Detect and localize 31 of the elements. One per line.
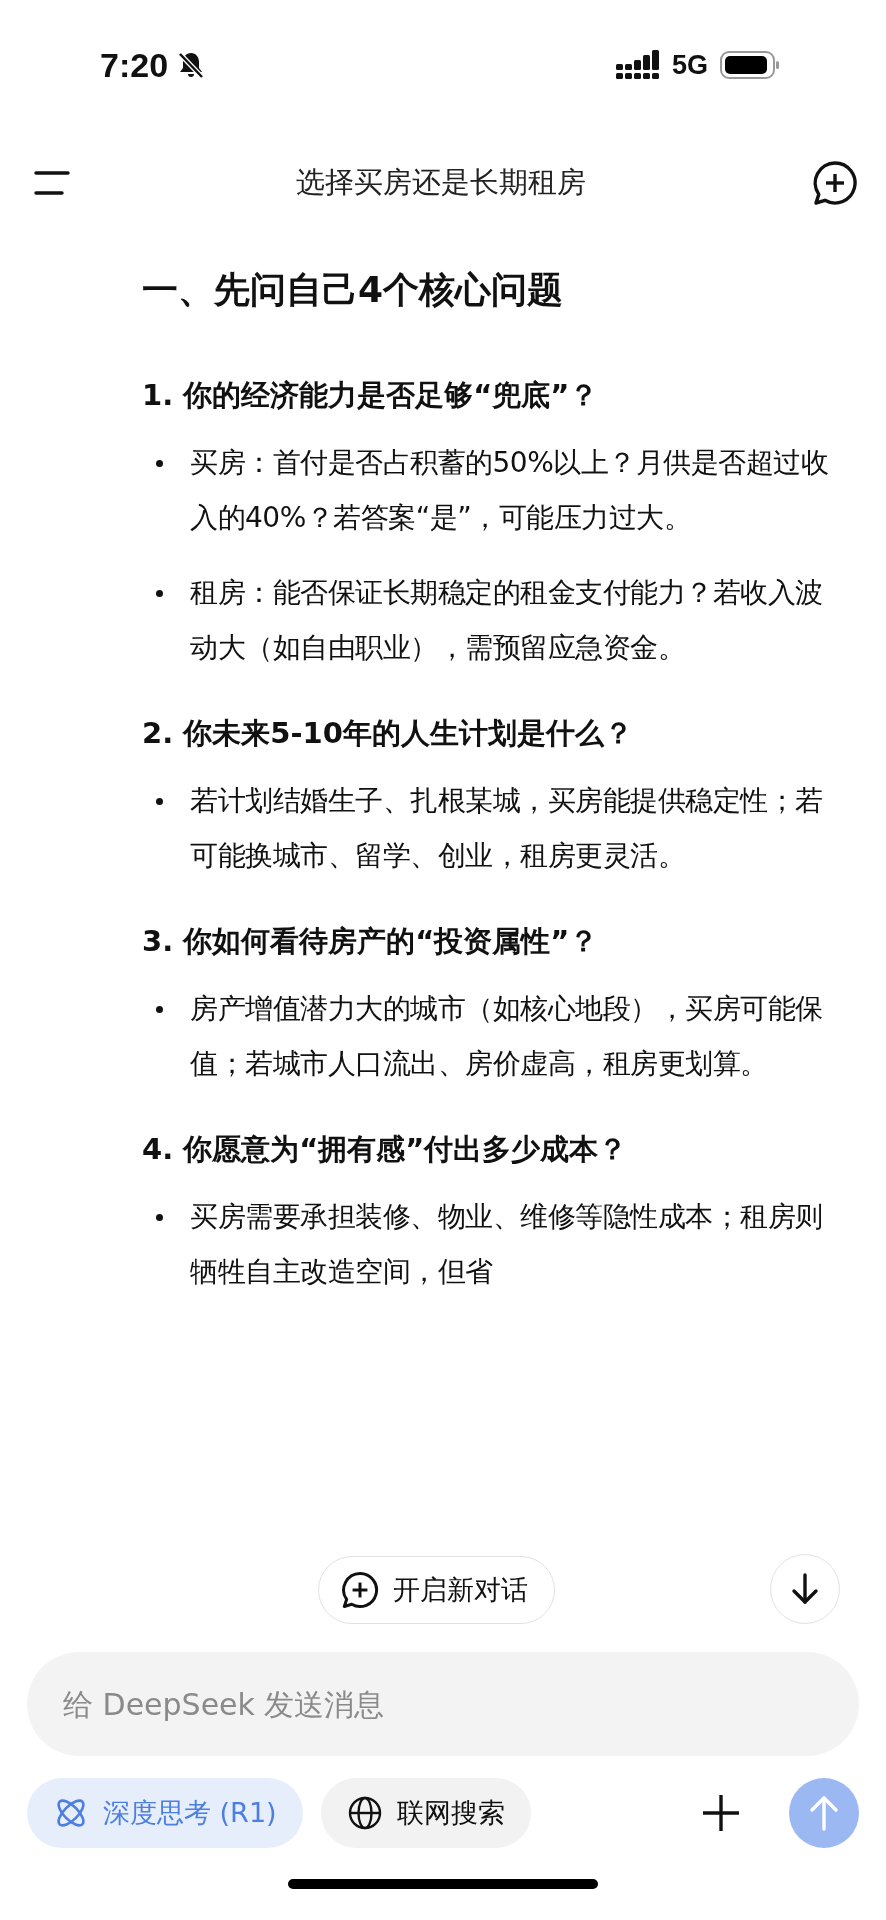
bullet-icon	[156, 1006, 163, 1013]
message-input[interactable]: 给 DeepSeek 发送消息	[27, 1652, 859, 1756]
bullet-icon	[156, 590, 163, 597]
bullet-text: 若计划结婚生子、扎根某城，买房能提供稳定性；若可能换城市、留学、创业，租房更灵活。	[190, 783, 824, 874]
plus-icon	[701, 1793, 741, 1833]
bullet-icon	[156, 460, 163, 467]
section-heading: 一、先问自己4个核心问题	[142, 268, 565, 312]
signal-icon	[615, 50, 660, 80]
network-label: 5G	[671, 49, 708, 81]
add-button[interactable]	[701, 1793, 741, 1833]
bullet-text: 房产增值潜力大的城市（如核心地段），买房可能保值；若城市人口流出、房价虚高，租房更划算。	[190, 991, 824, 1082]
question-heading: 2. 你未来5-10年的人生计划是什么？	[142, 715, 634, 752]
new-chat-icon[interactable]	[812, 159, 858, 206]
globe-icon	[346, 1795, 383, 1831]
new-chat-button[interactable]: 开启新对话	[318, 1556, 555, 1624]
chat-title: 选择买房还是长期租房	[295, 163, 587, 201]
bullet-text: 买房：首付是否占积蓄的50%以上？月供是否超过收入的40%？若答案“是”，可能压力过大。	[190, 445, 830, 536]
question-heading: 1. 你的经济能力是否足够“兜底”？	[142, 377, 600, 414]
bullet-icon	[156, 1214, 163, 1221]
bullet-text: 买房需要承担装修、物业、维修等隐性成本；租房则牺牲自主改造空间，但省	[190, 1199, 824, 1290]
question-heading: 3. 你如何看待房产的“投资属性”？	[142, 923, 600, 960]
down-arrow-icon	[790, 1573, 820, 1605]
question-heading: 4. 你愿意为“拥有感”付出多少成本？	[142, 1131, 629, 1168]
status-time: 7:20	[100, 45, 169, 85]
new-chat-icon	[341, 1571, 379, 1609]
bullet-icon	[156, 798, 163, 805]
battery-icon	[720, 50, 780, 80]
web-search-toggle[interactable]: 联网搜索	[320, 1778, 531, 1848]
bullet-text: 租房：能否保证长期稳定的租金支付能力？若收入波动大（如自由职业），需预留应急资金。	[190, 575, 824, 666]
menu-icon[interactable]	[34, 169, 70, 196]
up-arrow-icon	[809, 1795, 839, 1831]
